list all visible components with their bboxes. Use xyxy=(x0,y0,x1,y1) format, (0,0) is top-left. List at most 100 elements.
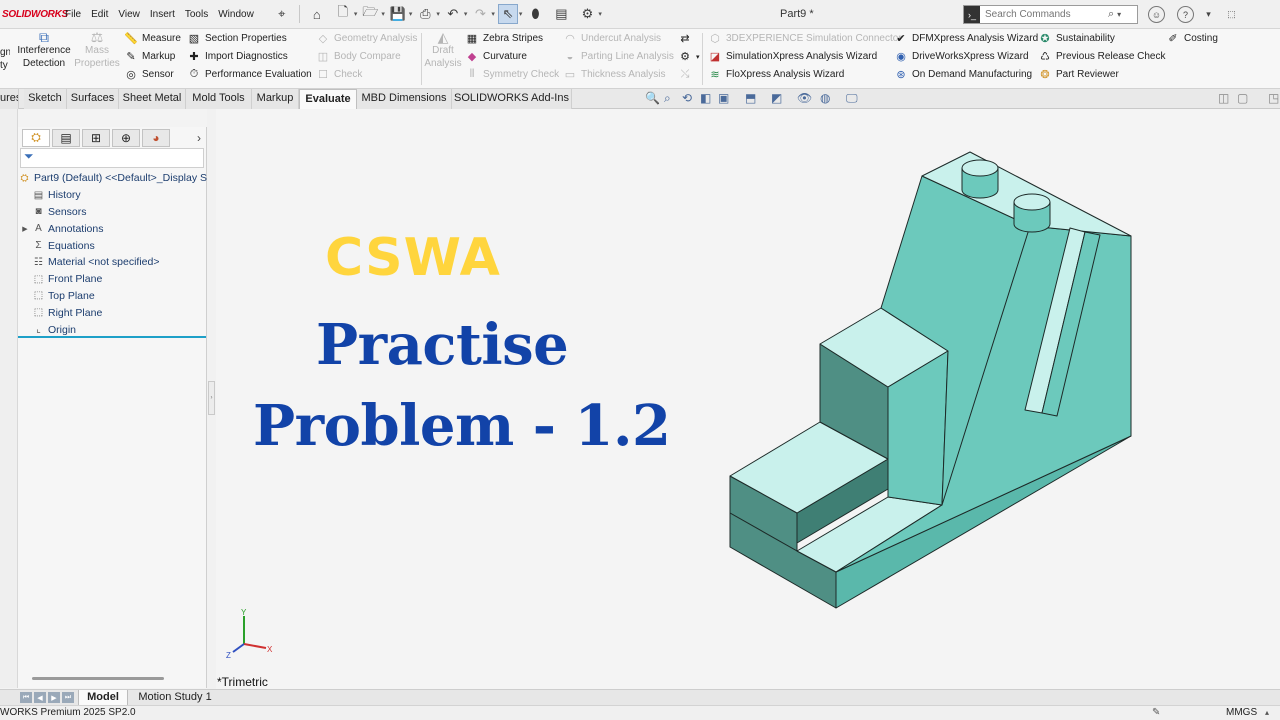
last-tab-icon[interactable]: ⏭ xyxy=(62,692,74,703)
tree-root-part[interactable]: ⛭ Part9 (Default) <<Default>_Display S xyxy=(18,170,207,187)
status-units[interactable]: MMGS xyxy=(1226,706,1257,720)
view-orientation-icon[interactable]: ⬒ xyxy=(745,91,756,105)
tree-filter[interactable]: ⏷ xyxy=(20,148,204,168)
help-icon[interactable]: ? xyxy=(1177,6,1194,23)
dropdown-icon[interactable]: ▾ xyxy=(1200,6,1217,23)
menu-view[interactable]: View xyxy=(113,9,145,20)
chevron-down-icon[interactable]: ▾ xyxy=(464,10,468,18)
on-demand-manufacturing-button[interactable]: ⊛ On Demand Manufacturing xyxy=(894,68,1032,81)
menu-file[interactable]: File xyxy=(60,9,86,20)
previous-release-check-button[interactable]: ♺ Previous Release Check xyxy=(1038,50,1165,63)
previous-view-icon[interactable]: ⟲ xyxy=(682,91,692,105)
dimxpert-tab-icon[interactable]: ⊕ xyxy=(112,128,140,147)
compare-documents-button[interactable]: ⇄ xyxy=(678,32,696,45)
rebuild-icon[interactable]: ✎ xyxy=(1152,706,1160,720)
chevron-down-icon[interactable]: ▾ xyxy=(491,10,495,18)
costing-button[interactable]: ✐ Costing xyxy=(1166,32,1218,45)
chevron-down-icon[interactable]: ▾ xyxy=(409,10,413,18)
panel-splitter[interactable]: › xyxy=(207,109,216,689)
markup-button[interactable]: ✎ Markup xyxy=(124,50,175,63)
horizontal-scrollbar[interactable] xyxy=(32,677,164,680)
geometry-analysis-button[interactable]: ◇ Geometry Analysis xyxy=(316,32,418,45)
thickness-analysis-button[interactable]: ▭ Thickness Analysis xyxy=(563,68,666,81)
property-manager-tab-icon[interactable]: ▤ xyxy=(52,128,80,147)
draft-analysis-button[interactable]: ◭ Draft Analysis xyxy=(424,30,462,70)
hide-show-items-icon[interactable]: 👁 xyxy=(797,91,812,105)
user-icon[interactable]: ☺ xyxy=(1148,6,1165,23)
mass-properties-button[interactable]: ⚖ Mass Properties xyxy=(74,30,120,70)
display-manager-tab-icon[interactable]: ◕ xyxy=(142,128,170,147)
viewport-maximize-icon[interactable]: ▢ xyxy=(1237,91,1248,105)
feature-tree-tab-icon[interactable]: ⛭ xyxy=(22,128,50,147)
menu-window[interactable]: Window xyxy=(213,9,259,20)
first-tab-icon[interactable]: ⏮ xyxy=(20,692,32,703)
chevron-right-icon[interactable]: › xyxy=(197,131,201,145)
simulationxpress-button[interactable]: ◪ SimulationXpress Analysis Wizard xyxy=(708,50,877,63)
chevron-right-icon[interactable]: ▶ xyxy=(18,225,32,233)
tree-item-sensors[interactable]: ◙ Sensors xyxy=(18,204,207,221)
zoom-to-fit-icon[interactable]: 🔍 xyxy=(645,91,660,105)
chevron-up-icon[interactable]: ▴ xyxy=(1265,706,1269,720)
file-properties-icon[interactable]: ▤ xyxy=(551,4,571,24)
interference-detection-button[interactable]: ⧉ Interference Detection xyxy=(16,30,72,70)
sensor-button[interactable]: ◎ Sensor xyxy=(124,68,174,81)
tab-model[interactable]: Model xyxy=(78,690,128,706)
traffic-light-icon[interactable]: ⬮ xyxy=(525,4,545,24)
dynamic-annotation-icon[interactable]: ▣ xyxy=(718,91,729,105)
import-diagnostics-button[interactable]: ✚ Import Diagnostics xyxy=(187,50,287,63)
menu-tools[interactable]: Tools xyxy=(180,9,213,20)
check-active-document-button[interactable]: ⚙ ▾ xyxy=(678,50,699,63)
sustainability-button[interactable]: ✪ Sustainability xyxy=(1038,32,1115,45)
tab-markup[interactable]: Markup xyxy=(252,89,299,109)
chevron-down-icon[interactable]: ▾ xyxy=(1117,10,1121,19)
zoom-to-area-icon[interactable]: ⌕ xyxy=(664,91,671,106)
section-view-icon[interactable]: ◧ xyxy=(700,91,711,105)
tree-item-history[interactable]: ▤ History xyxy=(18,187,207,204)
tree-item-front-plane[interactable]: ⬚ Front Plane xyxy=(18,271,207,288)
undo-icon[interactable]: ↶ xyxy=(443,4,463,24)
tab-sketch[interactable]: Sketch xyxy=(24,89,67,109)
curvature-button[interactable]: ◆ Curvature xyxy=(465,50,527,63)
tree-item-right-plane[interactable]: ⬚ Right Plane xyxy=(18,304,207,321)
deviation-analysis-button[interactable]: ⤯ xyxy=(678,68,696,81)
tab-evaluate[interactable]: Evaluate xyxy=(299,89,357,109)
chevron-down-icon[interactable]: ▾ xyxy=(381,10,385,18)
pin-window-icon[interactable]: ⬚ xyxy=(1223,6,1240,23)
menu-insert[interactable]: Insert xyxy=(145,9,180,20)
tab-mold-tools[interactable]: Mold Tools xyxy=(186,89,252,109)
zebra-stripes-button[interactable]: ▦ Zebra Stripes xyxy=(465,32,543,45)
measure-button[interactable]: 📏 Measure xyxy=(124,32,181,45)
3dexperience-simulation-button[interactable]: ⬡ 3DEXPERIENCE Simulation Connector xyxy=(708,32,901,45)
chevron-down-icon[interactable]: ▾ xyxy=(436,10,440,18)
display-style-icon[interactable]: ◩ xyxy=(771,91,782,105)
menu-edit[interactable]: Edit xyxy=(86,9,113,20)
symmetry-check-button[interactable]: ⫴ Symmetry Check xyxy=(465,68,559,81)
performance-evaluation-button[interactable]: ⏱ Performance Evaluation xyxy=(187,68,312,81)
search-commands[interactable]: ›_ ⌕ ▾ xyxy=(963,5,1138,24)
viewport-close-icon[interactable]: ◳ xyxy=(1268,91,1279,105)
new-document-icon[interactable]: 🗋 xyxy=(333,4,353,24)
pin-icon[interactable]: ⌖ xyxy=(272,4,292,24)
dfmxpress-button[interactable]: ✔ DFMXpress Analysis Wizard xyxy=(894,32,1038,45)
tree-item-material[interactable]: ☷ Material <not specified> xyxy=(18,254,207,271)
view-settings-icon[interactable]: 🖵 xyxy=(846,91,858,106)
tab-solidworks-addins[interactable]: SOLIDWORKS Add-Ins xyxy=(452,89,572,109)
chevron-down-icon[interactable]: ▾ xyxy=(519,10,523,18)
redo-icon[interactable]: ↷ xyxy=(470,4,490,24)
select-cursor-icon[interactable]: ⇖ xyxy=(497,4,518,24)
floxpress-button[interactable]: ≋ FloXpress Analysis Wizard xyxy=(708,68,844,81)
tab-mbd-dimensions[interactable]: MBD Dimensions xyxy=(357,89,452,109)
tree-item-equations[interactable]: Σ Equations xyxy=(18,237,207,254)
body-compare-button[interactable]: ◫ Body Compare xyxy=(316,50,401,63)
tab-features[interactable]: ures xyxy=(0,89,19,109)
cut-off-button[interactable]: gn ty xyxy=(0,46,10,72)
collapse-handle-icon[interactable]: › xyxy=(208,381,215,415)
search-input[interactable] xyxy=(980,9,1108,20)
driveworksxpress-button[interactable]: ◉ DriveWorksXpress Wizard xyxy=(894,50,1028,63)
tab-sheet-metal[interactable]: Sheet Metal xyxy=(119,89,186,109)
edit-appearance-icon[interactable]: ◍ xyxy=(820,91,830,105)
chevron-down-icon[interactable]: ▾ xyxy=(354,10,358,18)
options-gear-icon[interactable]: ⚙ xyxy=(577,4,597,24)
open-folder-icon[interactable]: 🗁 xyxy=(360,4,380,24)
prev-tab-icon[interactable]: ◀ xyxy=(34,692,46,703)
